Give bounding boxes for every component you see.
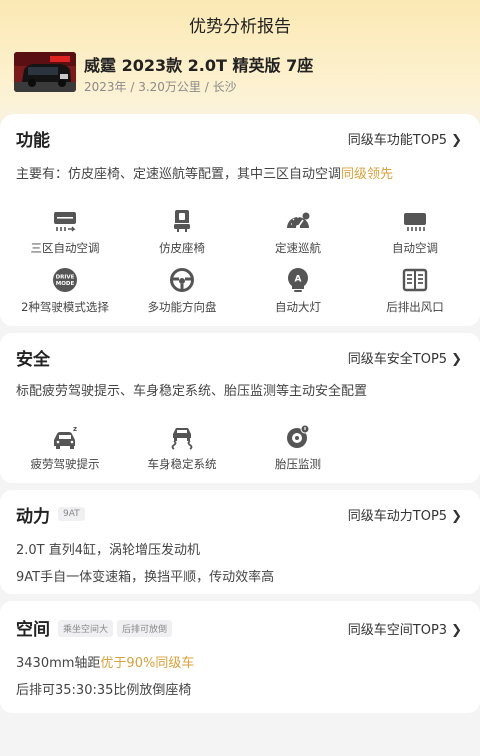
safety-description: 标配疲劳驾驶提示、车身稳定系统、胎压监测等主动安全配置: [16, 384, 368, 399]
feature-three-zone-ac: 三区自动空调: [10, 208, 120, 256]
feature-label: 自动大灯: [275, 300, 321, 314]
function-title: 功能: [16, 131, 50, 151]
space-wheelbase-highlight: 优于90%同级车: [100, 656, 195, 671]
feature-label: 定速巡航: [275, 241, 321, 255]
space-seat-text: 后排可35:30:35比例放倒座椅: [16, 683, 192, 698]
space-rank-label: 同级车空间TOP3: [347, 623, 448, 638]
feature-label: 车身稳定系统: [147, 457, 217, 471]
svg-text:z: z: [73, 425, 77, 433]
chevron-right-icon: ❯: [451, 352, 462, 367]
power-card: 动力 9AT 同级车动力TOP5 ❯ 2.0T 直列4缸，涡轮增压发动机 9AT手…: [0, 490, 480, 594]
function-desc-highlight: 同级领先: [341, 167, 394, 182]
feature-label: 仿皮座椅: [159, 241, 205, 255]
power-rank-label: 同级车动力TOP5: [347, 509, 448, 524]
rear-vent-icon: [402, 268, 428, 292]
auto-headlight-icon: A: [288, 268, 308, 292]
space-wheelbase-value: 3430mm轴距: [16, 656, 101, 671]
power-transmission-text: 9AT手自一体变速箱，换挡平顺，传动效率高: [16, 570, 275, 585]
safety-card: 安全 同级车安全TOP5 ❯ 标配疲劳驾驶提示、车身稳定系统、胎压监测等主动安全配…: [0, 333, 480, 483]
feature-cruise-control: 定速巡航: [243, 208, 353, 256]
drive-mode-icon: DRIVE MODE: [53, 268, 77, 292]
feature-fatigue-warning: z 疲劳驾驶提示: [10, 424, 120, 472]
safety-rank-link[interactable]: 同级车安全TOP5 ❯: [348, 348, 462, 367]
space-wheelbase-text: 3430mm轴距优于90%同级车: [16, 652, 194, 671]
svg-text:A: A: [295, 275, 302, 285]
function-description: 主要有：仿皮座椅、定速巡航等配置，其中三区自动空调同级领先: [16, 163, 393, 182]
function-rank-link[interactable]: 同级车功能TOP5 ❯: [348, 129, 462, 148]
chevron-right-icon: ❯: [451, 509, 462, 524]
safety-rank-label: 同级车安全TOP5: [347, 352, 448, 367]
feature-auto-headlight: A 自动大灯: [243, 267, 353, 315]
feature-label: 三区自动空调: [30, 241, 100, 255]
auto-ac-icon: [404, 213, 426, 231]
steering-wheel-icon: [170, 268, 194, 292]
power-title: 动力: [16, 507, 50, 527]
cruise-control-icon: [287, 212, 310, 229]
feature-label: 多功能方向盘: [147, 300, 217, 314]
feature-label: 后排出风口: [386, 300, 444, 314]
feature-label: 自动空调: [392, 241, 438, 255]
chevron-right-icon: ❯: [451, 133, 462, 148]
function-desc-text: 主要有：仿皮座椅、定速巡航等配置，其中三区自动空调: [16, 167, 342, 182]
feature-tire-pressure: 胎压监测: [243, 424, 353, 472]
feature-label: 胎压监测: [275, 457, 321, 471]
car-meta: 2023年 / 3.20万公里 / 长沙: [84, 80, 237, 94]
car-name: 威霆 2023款 2.0T 精英版 7座: [84, 56, 314, 75]
stability-control-icon: [171, 428, 193, 450]
feature-leather-seat: 仿皮座椅: [127, 208, 237, 256]
space-rank-link[interactable]: 同级车空间TOP3 ❯: [348, 619, 462, 638]
power-engine-text: 2.0T 直列4缸，涡轮增压发动机: [16, 543, 201, 558]
three-zone-ac-icon: [54, 212, 76, 232]
space-title: 空间: [16, 620, 50, 640]
drive-mode-icon-text-2: MODE: [56, 281, 75, 287]
space-tag-fold: 后排可放倒: [117, 620, 173, 637]
car-thumbnail[interactable]: [14, 52, 76, 92]
space-card: 空间 乘坐空间大 后排可放倒 同级车空间TOP3 ❯ 3430mm轴距优于90%同…: [0, 601, 480, 713]
power-tag: 9AT: [58, 507, 85, 521]
function-card: 功能 同级车功能TOP5 ❯ 主要有：仿皮座椅、定速巡航等配置，其中三区自动空调同…: [0, 114, 480, 326]
chevron-right-icon: ❯: [451, 623, 462, 638]
function-rank-label: 同级车功能TOP5: [347, 133, 448, 148]
drive-mode-icon-text-1: DRIVE: [56, 275, 75, 281]
tire-pressure-icon: [287, 424, 310, 448]
feature-steering-wheel: 多功能方向盘: [127, 267, 237, 315]
safety-title: 安全: [16, 350, 50, 370]
feature-stability-control: 车身稳定系统: [127, 424, 237, 472]
feature-rear-vent: 后排出风口: [360, 267, 470, 315]
leather-seat-icon: [174, 210, 190, 232]
feature-label: 疲劳驾驶提示: [30, 457, 100, 471]
page-title: 优势分析报告: [189, 17, 291, 37]
feature-drive-mode: DRIVE MODE 2种驾驶模式选择: [10, 267, 120, 315]
power-rank-link[interactable]: 同级车动力TOP5 ❯: [348, 505, 462, 524]
space-tag-roomy: 乘坐空间大: [58, 620, 114, 637]
feature-auto-ac: 自动空调: [360, 208, 470, 256]
feature-label: 2种驾驶模式选择: [21, 300, 109, 314]
fatigue-warning-icon: z: [54, 425, 77, 449]
